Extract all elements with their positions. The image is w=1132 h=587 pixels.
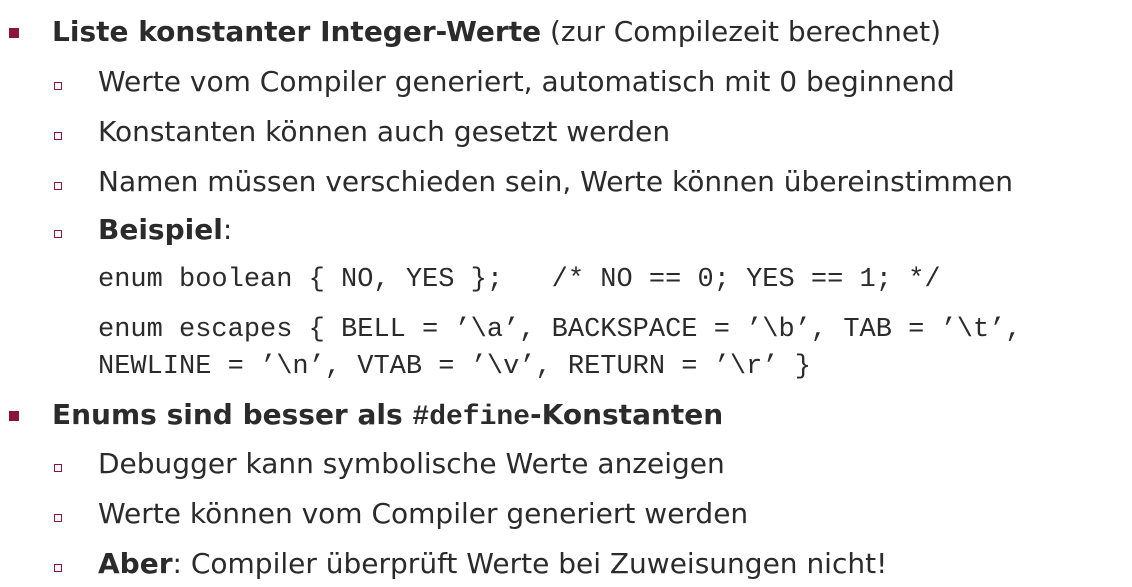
hollow-square-bullet-icon [54, 230, 62, 238]
aber-text: : Compiler überprüft Werte bei Zuweisung… [172, 547, 888, 580]
aber-label: Aber [98, 547, 173, 580]
square-bullet-icon [9, 28, 19, 38]
code-line-escapes-1: enum escapes { BELL = ’\a’, BACKSPACE = … [98, 315, 1022, 345]
list-item: Namen müssen verschieden sein, Werte kön… [98, 165, 1014, 198]
heading-code-define: #define [412, 402, 531, 433]
code-line-escapes-2: NEWLINE = ’\n’, VTAB = ’\v’, RETURN = ’\… [98, 352, 811, 382]
heading-note: (zur Compilezeit berechnet) [541, 15, 941, 48]
hollow-square-bullet-icon [54, 514, 62, 522]
list-item: Werte können vom Compiler generiert werd… [98, 497, 749, 530]
code-line-boolean: enum boolean { NO, YES }; /* NO == 0; YE… [98, 265, 941, 295]
list-item-aber: Aber: Compiler überprüft Werte bei Zuwei… [98, 546, 887, 582]
list-item: Werte vom Compiler generiert, automatisc… [98, 65, 955, 98]
square-bullet-icon [9, 411, 19, 421]
section-heading-define: Enums sind besser als #define-Konstanten [52, 397, 723, 436]
heading-part1: Enums sind besser als [52, 398, 413, 431]
section-heading-enum: Liste konstanter Integer-Werte (zur Comp… [52, 14, 941, 50]
hollow-square-bullet-icon [54, 132, 62, 140]
list-item: Konstanten können auch gesetzt werden [98, 115, 671, 148]
hollow-square-bullet-icon [54, 182, 62, 190]
example-colon: : [222, 213, 233, 246]
slide: Liste konstanter Integer-Werte (zur Comp… [0, 0, 1132, 587]
example-label: Beispiel [98, 213, 223, 246]
hollow-square-bullet-icon [54, 464, 62, 472]
list-item: Debugger kann symbolische Werte anzeigen [98, 447, 725, 480]
hollow-square-bullet-icon [54, 564, 62, 572]
list-item-example: Beispiel: [98, 212, 232, 248]
hollow-square-bullet-icon [54, 82, 62, 90]
heading-bold-text: Liste konstanter Integer-Werte [52, 15, 542, 48]
heading-part2: -Konstanten [530, 398, 724, 431]
